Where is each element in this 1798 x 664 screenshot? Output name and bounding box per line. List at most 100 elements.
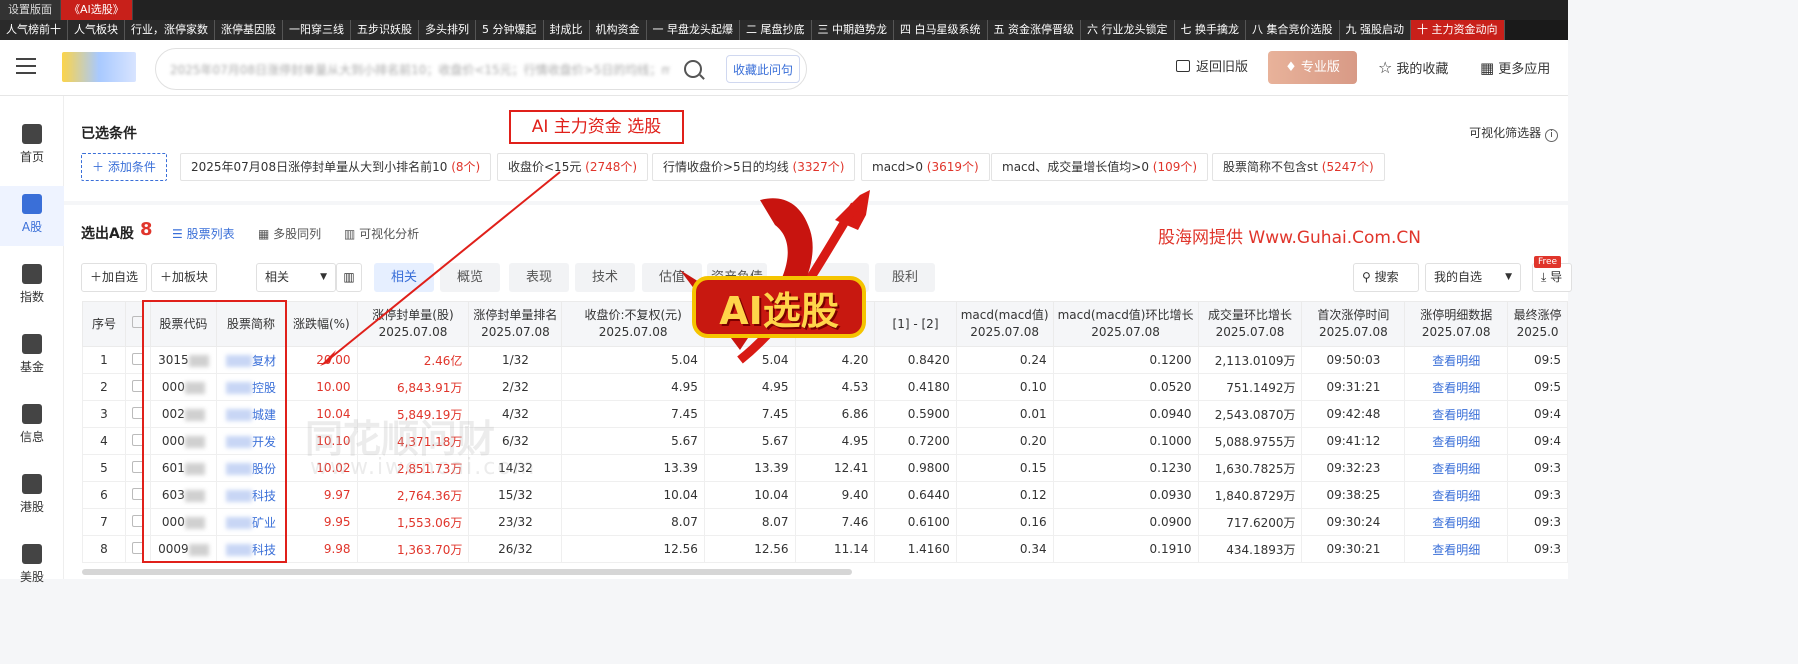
chevron-down-icon: ▼ (1505, 272, 1512, 282)
cell-detail[interactable]: 查看明细 (1404, 481, 1509, 509)
column-header[interactable]: 涨停封单量排名 2025.07.08 (468, 301, 563, 347)
horizontal-scrollbar[interactable] (82, 569, 852, 575)
column-settings-button[interactable]: ▥ (336, 263, 362, 292)
condition-chip[interactable]: macd、成交量增长值均>0 (109个) (991, 153, 1209, 181)
visual-filter-button[interactable]: 可视化筛选器 i (1469, 124, 1558, 142)
my-watchlist-select[interactable]: 我的自选 ▼ (1425, 263, 1521, 292)
add-to-watchlist-button[interactable]: ＋加自选 (81, 263, 148, 292)
more-apps-button[interactable]: ▦ 更多应用 (1480, 58, 1550, 78)
strategy-tab[interactable]: 机构资金 (589, 20, 647, 40)
sidebar-item[interactable]: 港股 (0, 466, 64, 526)
search-icon[interactable] (684, 60, 702, 78)
search-box[interactable]: 2025年07月08日涨停封单量从大到小排名前10；收盘价<15元；行情收盘价>… (155, 48, 807, 90)
cell-detail[interactable]: 查看明细 (1404, 427, 1509, 455)
sidebar-item[interactable]: 首页 (0, 116, 64, 176)
cell-rank: 1/32 (468, 346, 563, 374)
table-row[interactable]: 8 0009 科技 9.98 1,363.70万 26/32 12.56 12.56 11.14… (82, 535, 1568, 563)
cell-detail[interactable]: 查看明细 (1404, 400, 1509, 428)
strategy-tab[interactable]: 五 资金涨停晋级 (987, 20, 1081, 40)
tab-ai-stock[interactable]: 《AI选股》 (61, 0, 133, 20)
search-button[interactable]: ⚲ 搜索 (1353, 263, 1419, 292)
cell-last: 09:5 (1507, 373, 1568, 401)
strategy-tab[interactable]: 二 尾盘抄底 (740, 20, 812, 40)
column-header[interactable]: 序号 (82, 301, 126, 347)
column-header[interactable]: 涨跌幅(%) (285, 301, 358, 347)
column-header[interactable]: 首次涨停时间 2025.07.08 (1301, 301, 1406, 347)
view-visual-analysis[interactable]: ▥ 可视化分析 (344, 225, 419, 242)
strategy-tab[interactable]: 一阳穿三线 (283, 20, 351, 40)
favorites-button[interactable]: ☆ 我的收藏 (1378, 58, 1448, 78)
filter-tab[interactable]: 表现 (509, 263, 569, 292)
strategy-tab[interactable]: 三 中期趋势龙 (811, 20, 894, 40)
condition-chip-count: (3327个) (792, 160, 845, 174)
table-row[interactable]: 1 3015 复材 20.00 2.46亿 1/32 5.04 5.04 4.20 0.8420 0… (82, 346, 1568, 374)
condition-chip[interactable]: 收盘价<15元 (2748个) (497, 153, 649, 181)
cell-last: 09:5 (1507, 346, 1568, 374)
add-to-block-button[interactable]: ＋加板块 (151, 263, 218, 292)
collect-question-button[interactable]: 收藏此问句 (726, 55, 800, 83)
cell-detail[interactable]: 查看明细 (1404, 508, 1509, 536)
cell-chg: 20.00 (285, 346, 358, 374)
view-multi-stock[interactable]: ▦ 多股同列 (258, 225, 321, 242)
cell-detail[interactable]: 查看明细 (1404, 535, 1509, 563)
sidebar-item-label: 首页 (19, 150, 44, 164)
table-row[interactable]: 2 000 控股 10.00 6,843.91万 2/32 4.95 4.95 4.53 0.41… (82, 373, 1568, 401)
sort-select[interactable]: 相关 ▼ (256, 263, 336, 292)
condition-chip-text: 2025年07月08日涨停封单量从大到小排名前10 (191, 160, 448, 174)
strategy-tab[interactable]: 行业，涨停家数 (125, 20, 215, 40)
strategy-tab[interactable]: 一 早盘龙头起爆 (646, 20, 740, 40)
search-input[interactable]: 2025年07月08日涨停封单量从大到小排名前10；收盘价<15元；行情收盘价>… (170, 61, 670, 77)
strategy-tab[interactable]: 五步识妖股 (351, 20, 419, 40)
filter-tab[interactable]: 技术 (575, 263, 635, 292)
sidebar-item[interactable]: 指数 (0, 256, 64, 316)
strategy-tab[interactable]: 多头排列 (419, 20, 476, 40)
column-header[interactable]: 成交量环比增长 2025.07.08 (1197, 301, 1303, 347)
strategy-tab[interactable]: 人气榜前十 (0, 20, 68, 40)
cell-last: 09:4 (1507, 400, 1568, 428)
add-condition-button[interactable]: ＋ 添加条件 (81, 153, 167, 181)
strategy-tab[interactable]: 5 分钟爆起 (476, 20, 544, 40)
strategy-tab[interactable]: 涨停基因股 (215, 20, 283, 40)
column-header[interactable]: 涨停明细数据 2025.07.08 (1404, 301, 1509, 347)
filter-tab[interactable]: 股利 (875, 263, 935, 292)
sidebar-item[interactable]: A股 (0, 186, 64, 246)
condition-chip[interactable]: 2025年07月08日涨停封单量从大到小排名前10 (8个) (180, 153, 492, 181)
cell-last: 09:3 (1507, 454, 1568, 482)
strategy-tab[interactable]: 十 主力资金动向 (1411, 20, 1505, 40)
column-header[interactable]: macd(macd值)环比增长 2025.07.08 (1052, 301, 1199, 347)
results-title: 选出A股 (81, 226, 134, 242)
column-header[interactable]: 收盘价:不复权(元) 2025.07.08 (561, 301, 705, 347)
menu-icon[interactable] (16, 58, 36, 76)
pro-version-button[interactable]: ♦ 专业版 (1268, 51, 1357, 84)
column-header[interactable]: 涨停封单量(股) 2025.07.08 (356, 301, 470, 347)
cell-macdg: 0.1230 (1052, 454, 1199, 482)
strategy-tab[interactable]: 封成比 (543, 20, 590, 40)
cell-detail[interactable]: 查看明细 (1404, 346, 1509, 374)
column-header[interactable]: 最终涨停 2025.0 (1507, 301, 1568, 347)
column-header[interactable]: macd(macd值) 2025.07.08 (955, 301, 1054, 347)
strategy-tab[interactable]: 八 集合竞价选股 (1246, 20, 1340, 40)
column-header[interactable]: [1] - [2] (874, 301, 957, 347)
table-row[interactable]: 7 000 矿业 9.95 1,553.06万 23/32 8.07 8.07 7.46 0.61… (82, 508, 1568, 536)
cell-no: 2 (82, 373, 126, 401)
condition-chip[interactable]: 股票简称不包含st (5247个) (1212, 153, 1385, 181)
tab-settings[interactable]: 设置版面 (0, 0, 61, 20)
filter-tab[interactable]: 相关 (374, 263, 434, 292)
strategy-tab[interactable]: 人气板块 (68, 20, 125, 40)
strategy-tab[interactable]: 七 换手擒龙 (1174, 20, 1246, 40)
condition-chip[interactable]: 行情收盘价>5日的均线 (3327个) (652, 153, 856, 181)
condition-chip[interactable]: macd>0 (3619个) (861, 153, 990, 181)
cell-first: 09:30:21 (1301, 535, 1406, 563)
view-stock-list[interactable]: ☰ 股票列表 (172, 225, 235, 242)
cell-detail[interactable]: 查看明细 (1404, 454, 1509, 482)
sidebar-item[interactable]: 信息 (0, 396, 64, 456)
strategy-tab[interactable]: 四 白马星级系统 (894, 20, 988, 40)
strategy-tab[interactable]: 九 强股启动 (1339, 20, 1411, 40)
strategy-tab[interactable]: 六 行业龙头锁定 (1081, 20, 1175, 40)
cell-detail[interactable]: 查看明细 (1404, 373, 1509, 401)
sidebar-item[interactable]: 基金 (0, 326, 64, 386)
table-row[interactable]: 6 603 科技 9.97 2,764.36万 15/32 10.04 10.04 9.40 0.… (82, 481, 1568, 509)
filter-tab[interactable]: 概览 (440, 263, 500, 292)
sidebar-item[interactable]: 美股 (0, 536, 64, 596)
back-old-version-button[interactable]: 返回旧版 (1176, 58, 1248, 78)
